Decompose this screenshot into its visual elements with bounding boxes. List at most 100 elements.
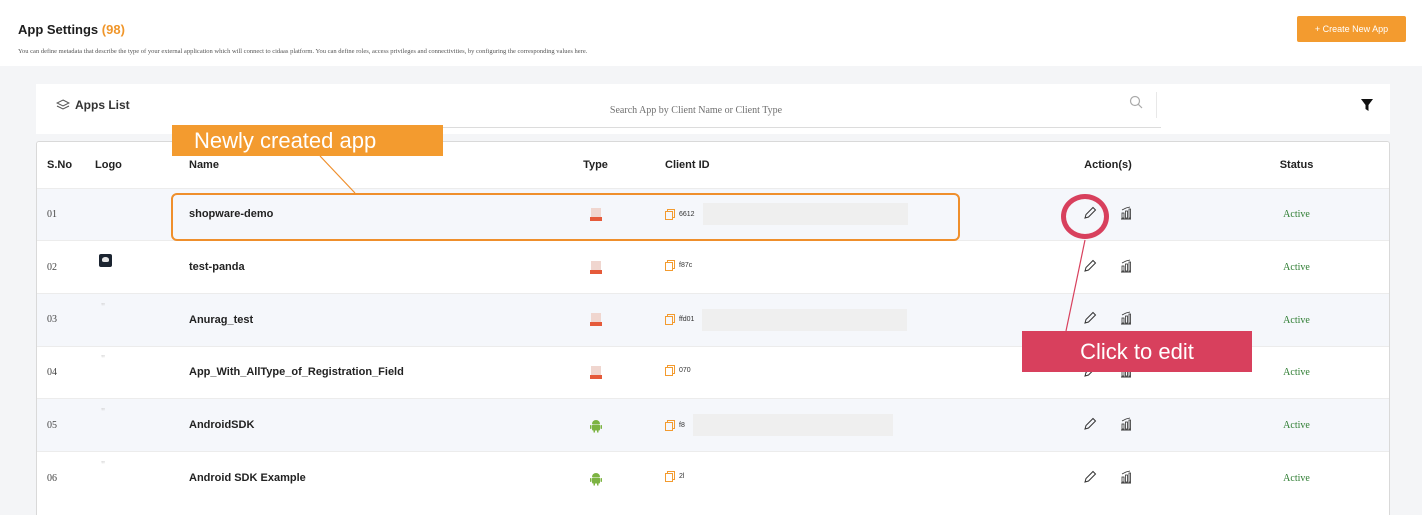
row-name[interactable]: AndroidSDK: [175, 398, 538, 452]
row-status: Active: [1202, 398, 1389, 452]
row-type: [538, 398, 653, 452]
status-badge: Active: [1283, 367, 1310, 379]
row-name[interactable]: Android SDK Example: [175, 450, 538, 505]
client-id-text: 070: [679, 367, 691, 375]
edit-pencil-icon[interactable]: [1083, 259, 1097, 273]
row-client-id: 070: [653, 345, 1014, 399]
row-type: [538, 187, 653, 241]
analytics-icon[interactable]: [1119, 417, 1133, 431]
row-client-id: f87c: [653, 240, 1014, 294]
table-row[interactable]: 05 " AndroidSDK f8 Active: [37, 398, 1389, 452]
row-type: [538, 240, 653, 294]
client-id-text: ffd01: [679, 316, 695, 324]
layers-icon: [56, 99, 70, 110]
row-status: Active: [1202, 450, 1389, 505]
analytics-icon[interactable]: [1119, 311, 1133, 325]
table-row[interactable]: 01 shopware-demo 6612 Active: [37, 187, 1389, 241]
apps-list-title: Apps List: [56, 98, 130, 112]
table-row[interactable]: 06 " Android SDK Example 2l Active: [37, 450, 1389, 505]
edit-callout: Click to edit: [1022, 331, 1252, 372]
copy-icon[interactable]: [665, 365, 675, 377]
row-logo: ": [89, 398, 175, 452]
client-id-text: f87c: [679, 262, 693, 270]
copy-icon[interactable]: [665, 471, 675, 483]
col-header-sno: S.No: [37, 142, 89, 188]
col-header-actions: Action(s): [1014, 142, 1202, 188]
row-actions: [1014, 240, 1202, 294]
table-row[interactable]: 02 test-panda f87c Active: [37, 240, 1389, 294]
search-divider: [1156, 92, 1157, 118]
apps-table-container: S.No Logo Name Type Client ID Action(s) …: [36, 141, 1390, 515]
html-icon: [589, 365, 602, 379]
row-actions: [1014, 450, 1202, 505]
row-sno: 02: [37, 240, 89, 294]
row-client-id: 6612: [653, 187, 1014, 241]
placeholder-logo-icon: ": [101, 407, 106, 419]
app-count: (98): [101, 22, 125, 37]
col-header-type: Type: [538, 142, 653, 188]
status-badge: Active: [1283, 473, 1310, 485]
copy-icon[interactable]: [665, 314, 675, 326]
row-logo: [89, 240, 175, 294]
edit-highlight-circle: [1061, 194, 1109, 239]
row-client-id: ffd01: [653, 292, 1014, 347]
row-type: [538, 450, 653, 505]
placeholder-logo-icon: ": [101, 301, 106, 313]
row-client-id: 2l: [653, 450, 1014, 505]
filter-icon[interactable]: [1360, 98, 1374, 112]
android-icon: [589, 419, 602, 433]
analytics-icon[interactable]: [1119, 259, 1133, 273]
row-client-id: f8: [653, 398, 1014, 452]
row-sno: 06: [37, 450, 89, 505]
html-icon: [589, 313, 602, 327]
create-new-app-button[interactable]: + Create New App: [1297, 16, 1406, 42]
client-id-text: 6612: [679, 210, 695, 218]
status-badge: Active: [1283, 314, 1310, 326]
row-logo: ": [89, 345, 175, 399]
client-id-redacted: [692, 414, 893, 437]
analytics-icon[interactable]: [1119, 470, 1133, 484]
row-logo: ": [89, 450, 175, 505]
col-header-client-id: Client ID: [653, 142, 1014, 188]
android-icon: [589, 472, 602, 486]
row-name[interactable]: App_With_AllType_of_Registration_Field: [175, 345, 538, 399]
panda-logo-icon: [99, 253, 112, 267]
page-description: You can define metadata that describe th…: [18, 48, 588, 55]
row-name[interactable]: Anurag_test: [175, 292, 538, 347]
row-name[interactable]: shopware-demo: [175, 187, 538, 241]
placeholder-logo-icon: ": [101, 460, 106, 472]
copy-icon[interactable]: [665, 208, 675, 220]
client-id-redacted: [702, 308, 908, 331]
client-id-redacted: [702, 203, 908, 226]
row-sno: 05: [37, 398, 89, 452]
row-sno: 04: [37, 345, 89, 399]
row-type: [538, 292, 653, 347]
status-badge: Active: [1283, 420, 1310, 432]
row-actions: [1014, 398, 1202, 452]
search-icon[interactable]: [1129, 95, 1143, 109]
client-id-text: f8: [679, 421, 685, 429]
page-header: App Settings (98) You can define metadat…: [0, 0, 1422, 68]
edit-pencil-icon[interactable]: [1083, 417, 1097, 431]
edit-pencil-icon[interactable]: [1083, 470, 1097, 484]
row-name[interactable]: test-panda: [175, 240, 538, 294]
row-sno: 01: [37, 187, 89, 241]
page-title: App Settings (98): [18, 22, 125, 37]
status-badge: Active: [1283, 209, 1310, 221]
col-header-status: Status: [1202, 142, 1389, 188]
copy-icon[interactable]: [665, 419, 675, 431]
placeholder-logo-icon: ": [101, 354, 106, 366]
edit-pencil-icon[interactable]: [1083, 311, 1097, 325]
row-type: [538, 345, 653, 399]
copy-icon[interactable]: [665, 260, 675, 272]
search-input[interactable]: [261, 92, 1131, 128]
apps-list-label: Apps List: [75, 98, 130, 112]
row-status: Active: [1202, 240, 1389, 294]
html-icon: [589, 207, 602, 221]
analytics-icon[interactable]: [1119, 206, 1133, 220]
row-logo: ": [89, 292, 175, 347]
row-status: Active: [1202, 187, 1389, 241]
page-title-text: App Settings: [18, 22, 99, 37]
row-sno: 03: [37, 292, 89, 347]
html-icon: [589, 260, 602, 274]
